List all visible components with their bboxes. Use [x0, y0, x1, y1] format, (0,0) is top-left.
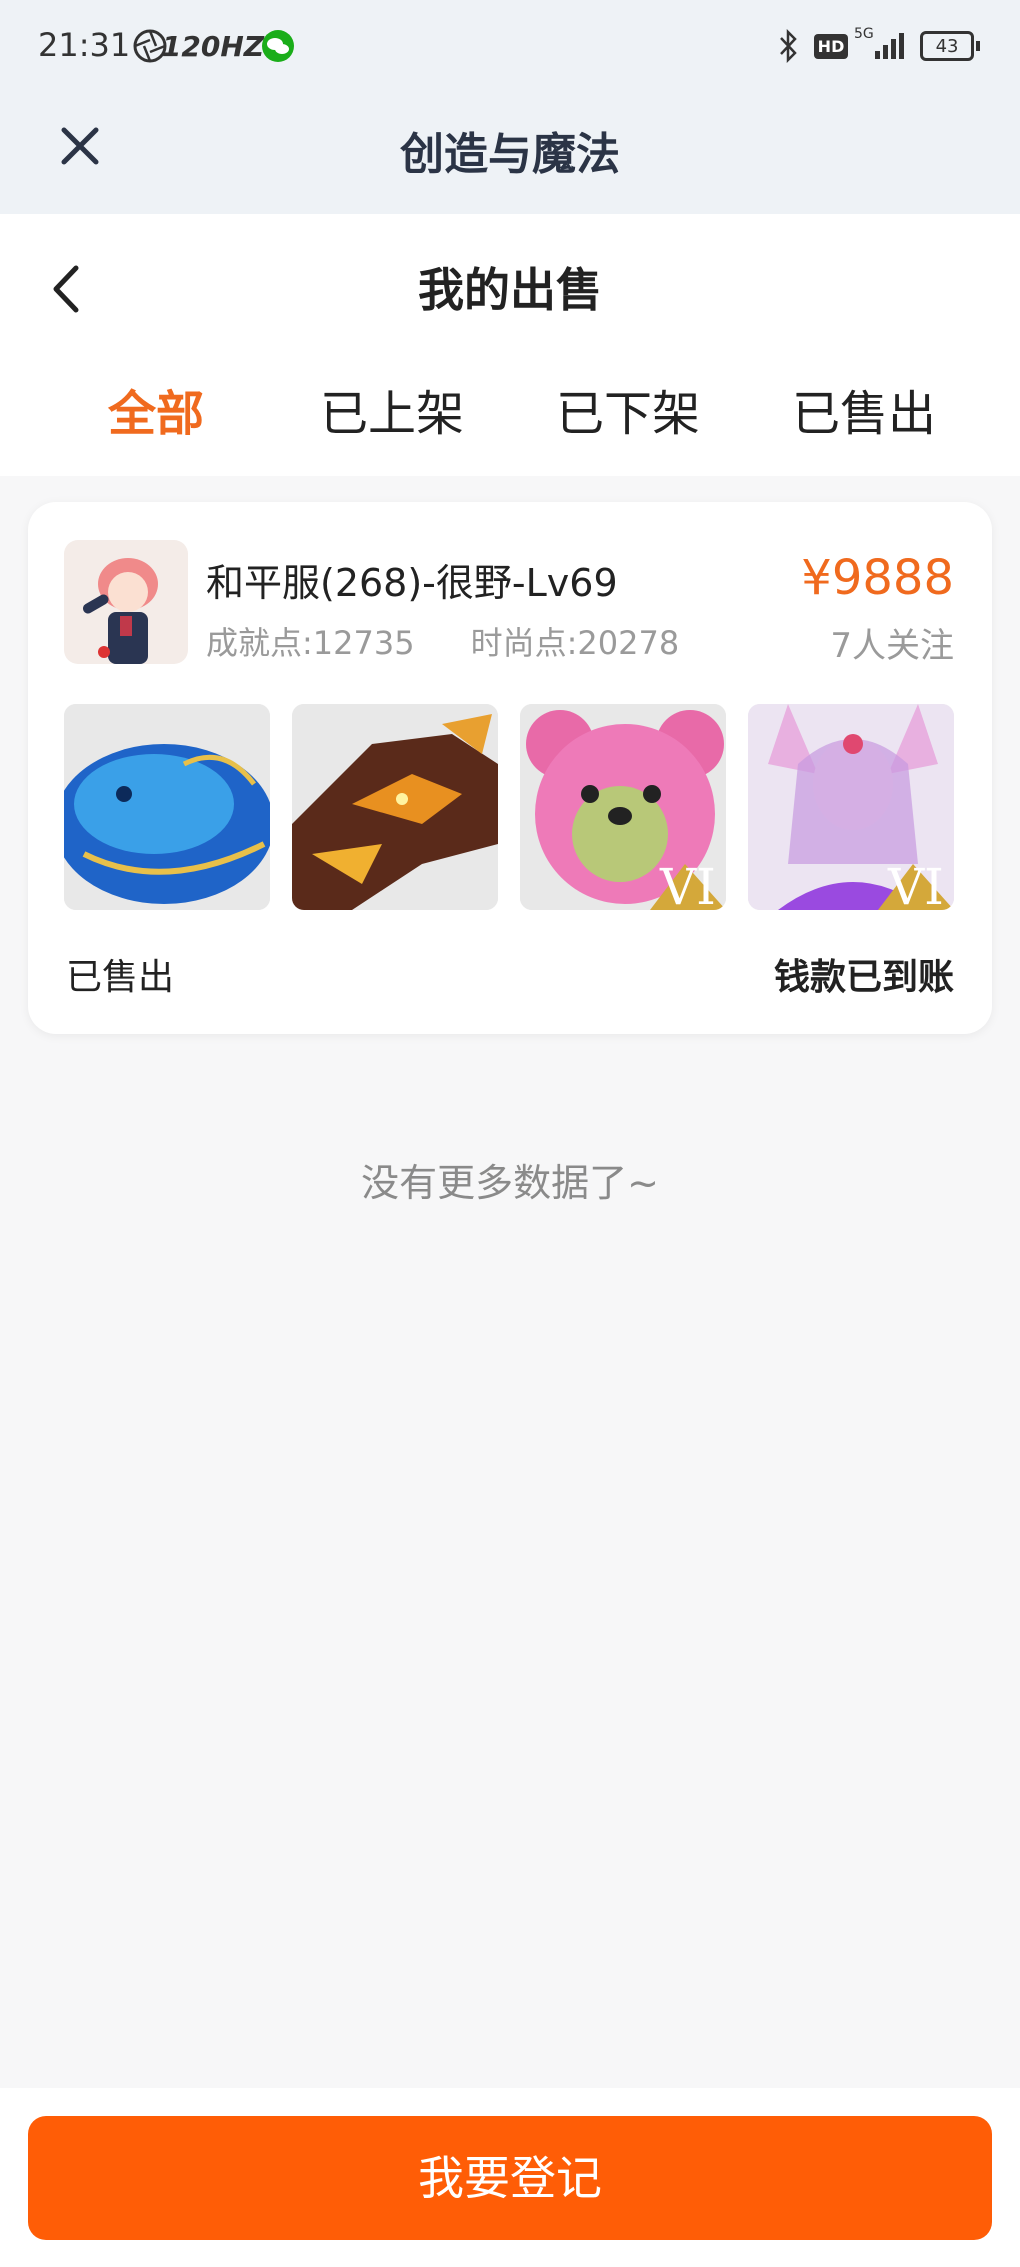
- thumbnail-row: VI VI: [64, 704, 956, 910]
- bluetooth-icon: [774, 28, 804, 64]
- hd-icon: HD: [813, 28, 849, 64]
- thumbnail-pink-bear[interactable]: VI: [520, 704, 726, 910]
- thumbnail-blue-whale[interactable]: [64, 704, 270, 910]
- wechat-icon: [258, 28, 298, 64]
- listing-price: ¥9888: [801, 550, 954, 606]
- rank-badge-vi-2: VI: [887, 858, 944, 910]
- no-more-data-hint: 没有更多数据了~: [361, 1161, 659, 1205]
- page-title: 我的出售: [418, 263, 602, 317]
- payment-status: 钱款已到账: [773, 957, 954, 998]
- achievement-points: 成就点:12735: [206, 624, 415, 662]
- listing-card[interactable]: 和平服(268)-很野-Lv69 成就点:12735 时尚点:20278 ¥988…: [28, 502, 992, 1034]
- sale-status: 已售出: [66, 957, 175, 998]
- fashion-points: 时尚点:20278: [470, 624, 680, 662]
- status-time: 21:31: [38, 26, 131, 64]
- page-header: 我的出售 全部 已上架 已下架 已售出: [0, 214, 1020, 476]
- thumbnail-fire-dragon[interactable]: [292, 704, 498, 910]
- status-bar: 21:31 120HZ HD 5G 43: [0, 0, 1020, 96]
- tab-bar: 全部 已上架 已下架 已售出: [0, 374, 1020, 464]
- tab-delisted[interactable]: 已下架: [510, 374, 746, 444]
- tab-sold[interactable]: 已售出: [746, 374, 982, 444]
- register-button[interactable]: 我要登记: [28, 2116, 992, 2240]
- tab-all[interactable]: 全部: [38, 374, 274, 444]
- rank-badge-vi: VI: [659, 858, 716, 910]
- bottom-bar: 我要登记: [0, 2088, 1020, 2267]
- app-bar: 创造与魔法: [0, 96, 1020, 214]
- account-avatar: [64, 540, 188, 664]
- signal-icon: 5G: [854, 26, 910, 64]
- account-name: 和平服(268)-很野-Lv69: [206, 561, 618, 605]
- refresh-rate-label: 120HZ: [161, 29, 265, 63]
- account-stats: 成就点:12735 时尚点:20278: [206, 618, 735, 664]
- app-title: 创造与魔法: [400, 129, 620, 180]
- follower-count: 7人关注: [830, 626, 954, 666]
- battery-icon: 43: [920, 28, 980, 64]
- thumbnail-fox-spirit[interactable]: VI: [748, 704, 954, 910]
- tab-listed[interactable]: 已上架: [274, 374, 510, 444]
